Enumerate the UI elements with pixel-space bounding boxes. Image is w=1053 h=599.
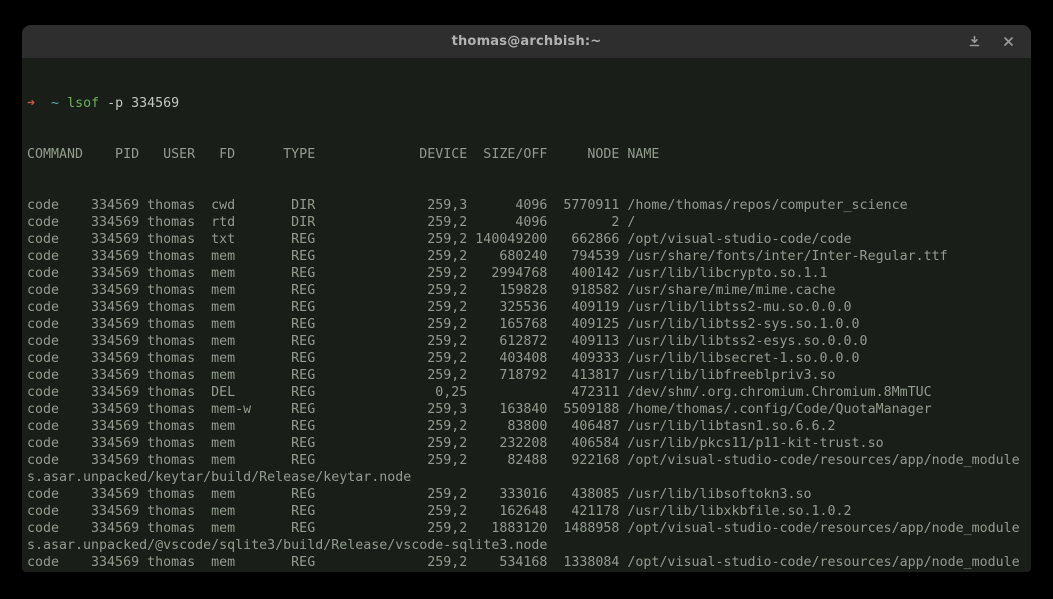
terminal-output[interactable]: ➜ ~ lsof -p 334569 COMMAND PID USER FD T… <box>22 58 1031 572</box>
lsof-row-line: code 334569 thomas mem REG 259,2 333016 … <box>27 486 1031 503</box>
lsof-row-line: code 334569 thomas mem REG 259,2 162648 … <box>27 503 1031 520</box>
prompt-arrow: ➜ <box>27 96 35 111</box>
lsof-row-line: code 334569 thomas txt REG 259,2 1400492… <box>27 231 1031 248</box>
window-title: thomas@archbish:~ <box>452 34 602 49</box>
titlebar[interactable]: thomas@archbish:~ <box>22 25 1031 58</box>
lsof-row-line: code 334569 thomas mem REG 259,2 403408 … <box>27 350 1031 367</box>
lsof-row-line: code 334569 thomas mem REG 259,2 534168 … <box>27 554 1031 571</box>
lsof-row-line: code 334569 thomas mem REG 259,2 612872 … <box>27 333 1031 350</box>
lsof-row-line: code 334569 thomas mem REG 259,2 325536 … <box>27 299 1031 316</box>
lsof-row-line: code 334569 thomas mem REG 259,2 165768 … <box>27 316 1031 333</box>
lsof-row-line: code 334569 thomas mem REG 259,2 82488 9… <box>27 452 1031 469</box>
terminal-window: thomas@archbish:~ ➜ ~ lsof -p 334569 <box>22 25 1031 572</box>
lsof-row-line: code 334569 thomas mem REG 259,2 2994768… <box>27 265 1031 282</box>
lsof-row-line: code 334569 thomas rtd DIR 259,2 4096 2 … <box>27 214 1031 231</box>
lsof-row-line: code 334569 thomas cwd DIR 259,3 4096 57… <box>27 197 1031 214</box>
lsof-row-line: s.asar.unpacked/spdlog/build/Release/spd… <box>27 571 1031 572</box>
desktop: thomas@archbish:~ ➜ ~ lsof -p 334569 <box>0 0 1053 599</box>
lsof-row-line: code 334569 thomas mem REG 259,2 718792 … <box>27 367 1031 384</box>
download-icon[interactable] <box>963 31 985 53</box>
table-header-line: COMMAND PID USER FD TYPE DEVICE SIZE/OFF… <box>27 146 1031 163</box>
lsof-row-line: code 334569 thomas mem REG 259,2 1883120… <box>27 520 1031 537</box>
lsof-row-line: s.asar.unpacked/keytar/build/Release/key… <box>27 469 1031 486</box>
lsof-row-line: code 334569 thomas mem REG 259,2 680240 … <box>27 248 1031 265</box>
titlebar-buttons <box>963 25 1019 58</box>
lsof-row-line: s.asar.unpacked/@vscode/sqlite3/build/Re… <box>27 537 1031 554</box>
table-body: code 334569 thomas cwd DIR 259,3 4096 57… <box>27 197 1031 572</box>
prompt-line: ➜ ~ lsof -p 334569 <box>27 95 1031 112</box>
prompt-args: -p 334569 <box>107 96 179 111</box>
lsof-row-line: code 334569 thomas mem REG 259,2 83800 4… <box>27 418 1031 435</box>
prompt-cwd: ~ <box>51 96 59 111</box>
lsof-row-line: code 334569 thomas mem REG 259,2 159828 … <box>27 282 1031 299</box>
lsof-row-line: code 334569 thomas mem-w REG 259,3 16384… <box>27 401 1031 418</box>
lsof-row-line: code 334569 thomas DEL REG 0,25 472311 /… <box>27 384 1031 401</box>
lsof-row-line: code 334569 thomas mem REG 259,2 232208 … <box>27 435 1031 452</box>
close-icon[interactable] <box>997 31 1019 53</box>
prompt-command: lsof <box>67 96 99 111</box>
